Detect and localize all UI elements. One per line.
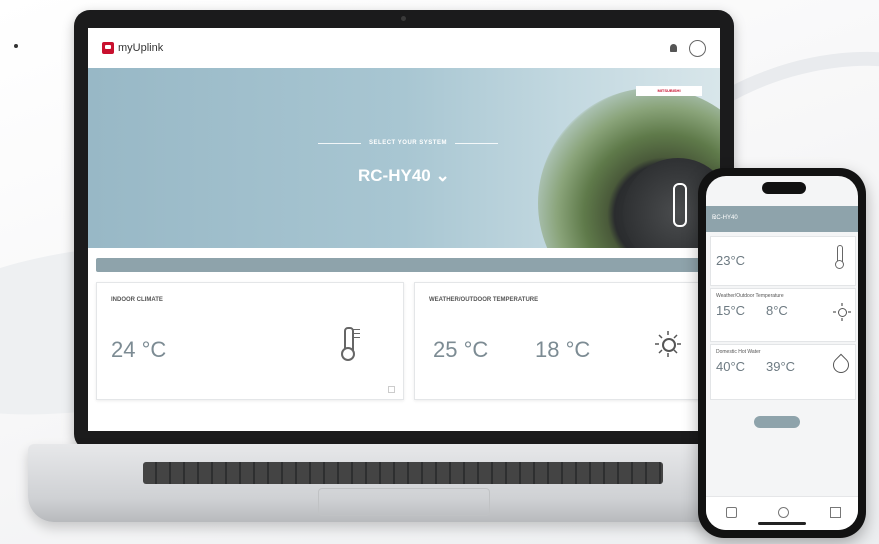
- thermometer-icon: [673, 183, 687, 227]
- thermometer-tick: [353, 337, 360, 338]
- card-title: Weather/Outdoor Temperature: [716, 293, 784, 299]
- nav-right: [658, 39, 706, 57]
- hot-water-temperature-1: 40°C: [716, 359, 746, 374]
- thermometer-bulb: [341, 347, 355, 361]
- card-title: INDOOR CLIMATE: [111, 297, 163, 303]
- laptop-lid: myUplink MITSUBISHI SELECT YOUR SYSTEM R…: [74, 10, 734, 450]
- thermometer-icon: [341, 327, 360, 361]
- phone-system-header[interactable]: RC-HY40 ⌄: [706, 206, 858, 232]
- home-tab-icon[interactable]: [726, 507, 737, 518]
- home-indicator: [758, 522, 806, 525]
- settings-tab-icon[interactable]: [830, 507, 841, 518]
- indoor-temperature: 23°C: [716, 253, 746, 268]
- select-system-label: SELECT YOUR SYSTEM: [369, 140, 447, 146]
- brand-badge: MITSUBISHI: [636, 86, 702, 96]
- logo[interactable]: myUplink: [102, 42, 202, 54]
- outdoor-temperature-card[interactable]: WEATHER/OUTDOOR TEMPERATURE 25 °C 18 °C: [414, 282, 716, 400]
- hero-label-row: SELECT YOUR SYSTEM: [318, 140, 498, 146]
- chevron-down-icon: ⌄: [435, 166, 450, 185]
- keyboard: [143, 462, 663, 484]
- laptop-screen: myUplink MITSUBISHI SELECT YOUR SYSTEM R…: [88, 28, 720, 431]
- myuplink-logo-icon: [102, 42, 114, 54]
- thermometer-tick: [353, 329, 360, 330]
- trackpad: [318, 488, 490, 516]
- menu-tab-icon[interactable]: [778, 507, 789, 518]
- phone-hot-water-card[interactable]: Domestic Hot Water 40°C 39°C: [710, 344, 856, 400]
- thermometer-bulb: [835, 260, 844, 269]
- divider: [318, 142, 362, 144]
- outdoor-temperature-2: 18 °C: [535, 337, 591, 362]
- chevron-down-icon: ⌄: [712, 215, 718, 221]
- add-tile-button[interactable]: [754, 416, 800, 428]
- hot-water-temperature-2: 39°C: [766, 359, 796, 374]
- user-icon[interactable]: [689, 39, 706, 57]
- card-title: WEATHER/OUTDOOR TEMPERATURE: [429, 297, 539, 303]
- laptop-base: [28, 444, 780, 522]
- phone-screen: RC-HY40 ⌄ 23°C Weather/Outdoor Temperatu…: [706, 176, 858, 530]
- hero-banner: MITSUBISHI SELECT YOUR SYSTEM RC-HY40 ⌄: [88, 68, 720, 248]
- indoor-temperature: 24 °C: [111, 337, 167, 362]
- water-drop-icon: [829, 353, 853, 377]
- phone-frame: RC-HY40 ⌄ 23°C Weather/Outdoor Temperatu…: [698, 168, 866, 538]
- indoor-climate-card[interactable]: INDOOR CLIMATE 24 °C: [96, 282, 404, 400]
- card-title: Domestic Hot Water: [716, 349, 761, 355]
- phone-outdoor-card[interactable]: Weather/Outdoor Temperature 15°C 8°C: [710, 288, 856, 342]
- sun-rays: [833, 303, 851, 321]
- thermometer-tick: [353, 333, 360, 334]
- thermometer-icon: [835, 245, 845, 271]
- outdoor-temperature-1: 15°C: [716, 303, 746, 318]
- sun-rays: [655, 331, 681, 357]
- divider: [454, 142, 498, 144]
- camera-dot: [401, 16, 406, 21]
- system-selector[interactable]: RC-HY40 ⌄: [358, 166, 450, 186]
- dynamic-island: [762, 182, 806, 194]
- top-navigation: myUplink: [88, 28, 720, 68]
- system-name: RC-HY40: [358, 166, 431, 185]
- outdoor-temperature-2: 8°C: [766, 303, 788, 318]
- decor-dot: [14, 44, 18, 48]
- sun-icon: [833, 303, 851, 321]
- sun-icon: [655, 331, 681, 357]
- bell-icon[interactable]: [670, 44, 677, 52]
- resize-handle[interactable]: [388, 386, 395, 393]
- logo-text: myUplink: [118, 42, 164, 54]
- outdoor-temperature-1: 25 °C: [433, 337, 489, 362]
- phone-indoor-card[interactable]: 23°C: [710, 236, 856, 286]
- info-bar: [96, 258, 712, 272]
